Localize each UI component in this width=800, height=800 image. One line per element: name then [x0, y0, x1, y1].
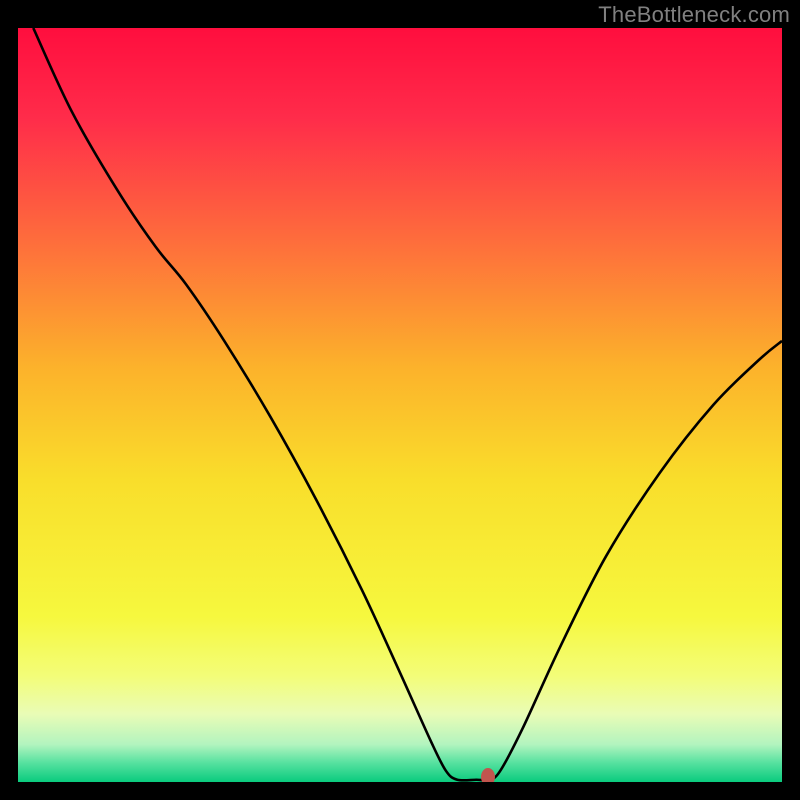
bottleneck-curve [18, 28, 782, 782]
chart-frame: TheBottleneck.com [0, 0, 800, 800]
plot-area [18, 28, 782, 782]
optimal-point-marker [481, 768, 495, 782]
watermark-text: TheBottleneck.com [598, 2, 790, 28]
